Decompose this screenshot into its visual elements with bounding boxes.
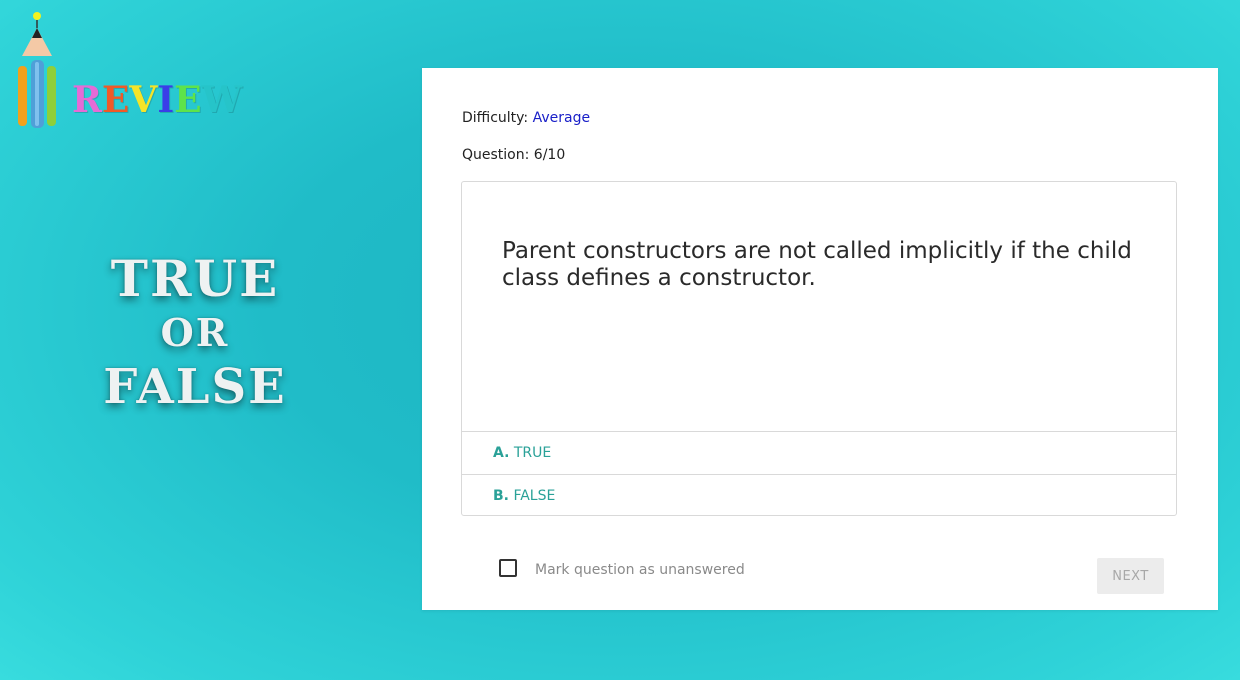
mark-unanswered-label: Mark question as unanswered bbox=[535, 562, 745, 578]
difficulty-row: Difficulty: Average bbox=[462, 110, 590, 126]
option-letter: A. bbox=[493, 445, 510, 461]
next-button[interactable]: NEXT bbox=[1097, 558, 1164, 594]
question-progress: 6/10 bbox=[533, 147, 566, 163]
logo-letter: I bbox=[157, 79, 175, 121]
title-line-or: OR bbox=[160, 310, 230, 355]
true-or-false-title: TRUE OR FALSE bbox=[40, 250, 350, 416]
mark-unanswered-checkbox[interactable] bbox=[499, 559, 517, 577]
title-line-true: TRUE bbox=[110, 249, 280, 308]
quiz-card: Difficulty: Average Question: 6/10 Paren… bbox=[422, 68, 1218, 610]
difficulty-value: Average bbox=[532, 110, 591, 126]
option-true[interactable]: A. TRUE bbox=[462, 431, 1176, 474]
question-label: Question: bbox=[462, 147, 530, 163]
logo-letter: E bbox=[101, 79, 130, 121]
question-text: Parent constructors are not called impli… bbox=[502, 238, 1132, 291]
title-line-false: FALSE bbox=[103, 359, 287, 415]
logo-letter: W bbox=[201, 79, 243, 121]
review-logo: REVIEW bbox=[14, 10, 274, 130]
option-letter: B. bbox=[493, 488, 509, 504]
option-false[interactable]: B. FALSE bbox=[462, 474, 1176, 517]
review-wordmark: REVIEW bbox=[72, 78, 242, 122]
pencil-icon bbox=[18, 12, 56, 128]
logo-letter: E bbox=[174, 79, 202, 121]
option-label: FALSE bbox=[513, 488, 556, 504]
question-box: Parent constructors are not called impli… bbox=[461, 181, 1177, 516]
logo-letter: V bbox=[129, 79, 158, 121]
option-label: TRUE bbox=[513, 445, 552, 461]
question-progress-row: Question: 6/10 bbox=[462, 147, 565, 163]
logo-letter: R bbox=[72, 79, 102, 121]
difficulty-label: Difficulty: bbox=[462, 110, 529, 126]
